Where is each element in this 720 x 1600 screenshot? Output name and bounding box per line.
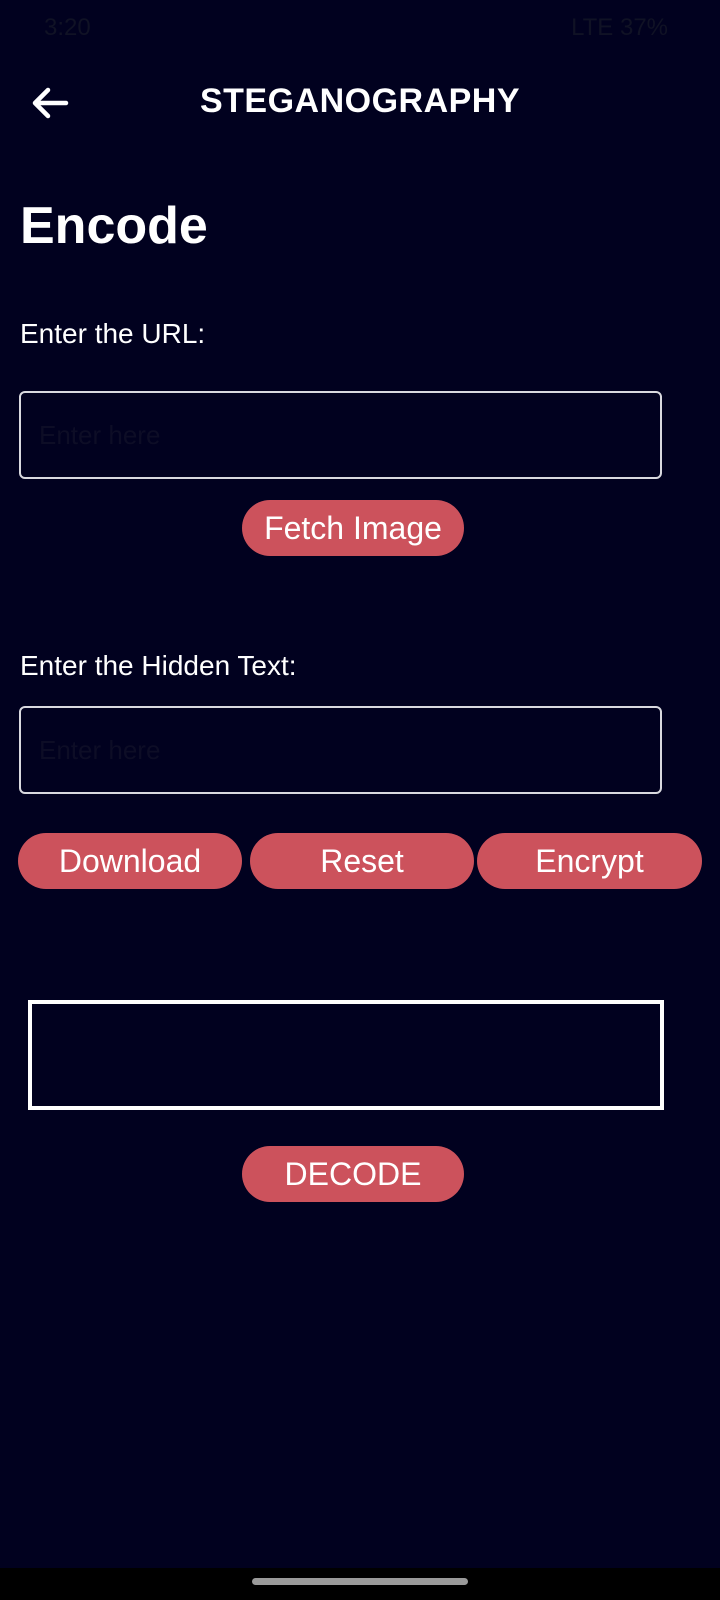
status-bar: 3:20 LTE 37% bbox=[0, 0, 720, 60]
page-title: Encode bbox=[20, 197, 208, 255]
navigation-bar bbox=[0, 1568, 720, 1600]
app-title: STEGANOGRAPHY bbox=[199, 82, 521, 120]
decode-button[interactable]: DECODE bbox=[242, 1146, 464, 1202]
app-bar: STEGANOGRAPHY bbox=[0, 66, 720, 138]
fetch-image-button[interactable]: Fetch Image bbox=[242, 500, 464, 556]
hidden-text-label: Enter the Hidden Text: bbox=[20, 650, 297, 681]
decoded-output-box bbox=[28, 1000, 664, 1110]
status-time: 3:20 bbox=[44, 14, 91, 41]
home-indicator[interactable] bbox=[252, 1578, 468, 1585]
url-label: Enter the URL: bbox=[20, 318, 206, 349]
reset-button[interactable]: Reset bbox=[250, 833, 474, 889]
download-button[interactable]: Download bbox=[18, 833, 242, 889]
hidden-text-input[interactable] bbox=[19, 706, 662, 794]
url-input[interactable] bbox=[19, 391, 662, 479]
encrypt-button[interactable]: Encrypt bbox=[477, 833, 702, 889]
status-indicators: LTE 37% bbox=[571, 14, 668, 41]
